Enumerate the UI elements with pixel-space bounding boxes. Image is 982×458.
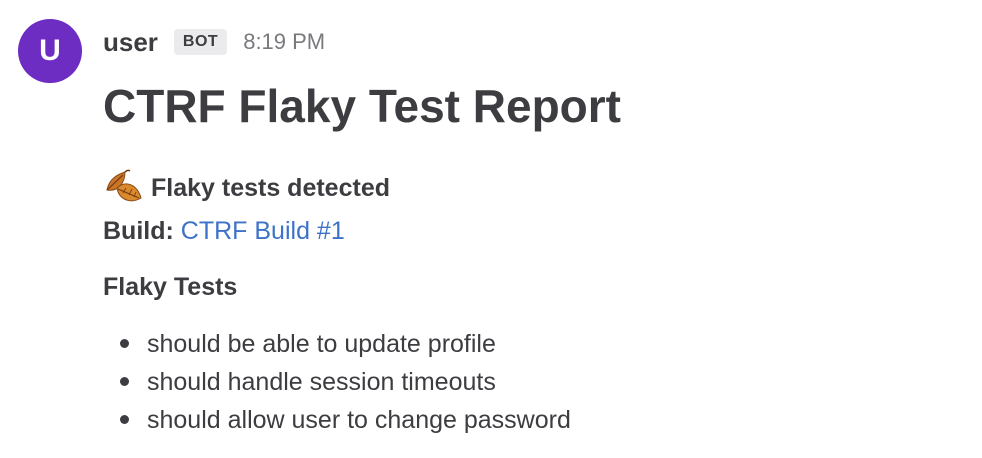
list-item: should allow user to change password bbox=[103, 402, 571, 440]
test-name: should be able to update profile bbox=[147, 330, 496, 358]
list-item: should handle session timeouts bbox=[103, 364, 571, 402]
flaky-test-list: should be able to update profile should … bbox=[103, 326, 571, 440]
avatar[interactable]: U bbox=[18, 19, 82, 83]
build-link[interactable]: CTRF Build #1 bbox=[181, 217, 345, 245]
bullet-icon bbox=[120, 377, 129, 386]
status-line: Flaky tests detected bbox=[103, 168, 390, 208]
list-item: should be able to update profile bbox=[103, 326, 571, 364]
bot-badge: BOT bbox=[173, 29, 228, 55]
test-name: should handle session timeouts bbox=[147, 368, 496, 396]
build-line: Build: CTRF Build #1 bbox=[103, 214, 345, 248]
test-name: should allow user to change password bbox=[147, 406, 571, 434]
report-title: CTRF Flaky Test Report bbox=[103, 80, 621, 132]
timestamp[interactable]: 8:19 PM bbox=[243, 29, 325, 55]
avatar-initial: U bbox=[39, 34, 61, 67]
fallen-leaf-icon bbox=[103, 168, 145, 208]
message-header: user BOT 8:19 PM bbox=[103, 24, 325, 60]
bullet-icon bbox=[120, 415, 129, 424]
bullet-icon bbox=[120, 339, 129, 348]
chat-message: U user BOT 8:19 PM CTRF Flaky Test Repor… bbox=[0, 0, 982, 458]
status-text: Flaky tests detected bbox=[151, 173, 390, 202]
build-label: Build: bbox=[103, 217, 174, 245]
username[interactable]: user bbox=[103, 27, 158, 58]
section-heading: Flaky Tests bbox=[103, 273, 238, 301]
